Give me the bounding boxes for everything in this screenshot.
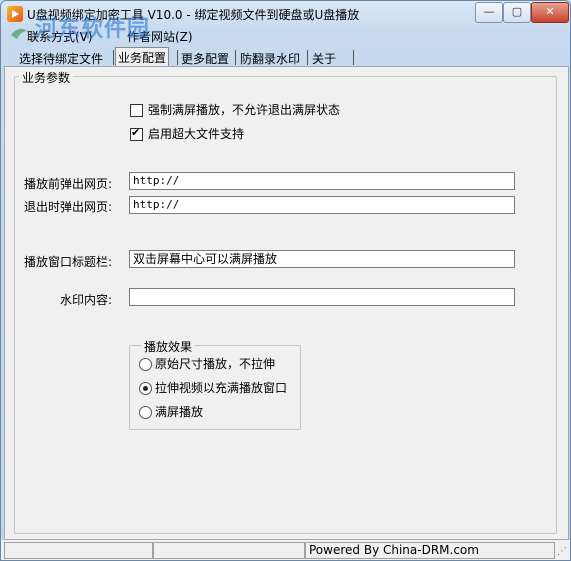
status-powered-by: Powered By China-DRM.com [305, 542, 555, 559]
minimize-button[interactable]: — [475, 2, 503, 23]
fullscreen-checkbox-label[interactable]: 强制满屏播放，不允许退出满屏状态 [148, 101, 340, 118]
tab-divider [235, 50, 236, 65]
status-bar: Powered By China-DRM.com ⋰ [1, 540, 570, 560]
tab-divider [177, 50, 178, 65]
on-exit-label: 退出时弹出网页: [24, 200, 113, 214]
bigfile-checkbox[interactable] [130, 126, 143, 141]
playback-effect-label: 播放效果 [141, 338, 196, 355]
radio-stretch[interactable] [139, 382, 152, 395]
bigfile-checkbox-label[interactable]: 启用超大文件支持 [148, 125, 244, 142]
watermark-content-input[interactable] [129, 288, 515, 306]
app-icon [7, 6, 23, 22]
tab-panel: 业务参数 强制满屏播放，不允许退出满屏状态 启用超大文件支持 播放前弹出网页: … [4, 66, 569, 540]
watermark-content-label: 水印内容: [60, 293, 113, 307]
radio-original-size-label[interactable]: 原始尺寸播放，不拉伸 [155, 355, 275, 372]
tab-bar: 选择待绑定文件 业务配置 更多配置 防翻录水印 关于 [1, 47, 570, 69]
resize-grip-icon[interactable]: ⋰ [557, 546, 567, 557]
close-icon: ✕ [545, 5, 555, 18]
radio-stretch-label[interactable]: 拉伸视频以充满播放窗口 [155, 379, 287, 396]
close-button[interactable]: ✕ [531, 2, 569, 23]
minimize-icon: — [483, 5, 495, 18]
status-panel-1 [4, 542, 153, 559]
site-watermark: 河东软件园 [35, 16, 151, 42]
on-exit-url-input[interactable]: http:// [129, 196, 515, 214]
window-title-label: 播放窗口标题栏: [24, 255, 113, 269]
status-panel-2 [153, 542, 305, 559]
radio-fullscreen[interactable] [139, 406, 152, 419]
watermark-logo-icon [11, 28, 27, 39]
radio-fullscreen-label[interactable]: 满屏播放 [155, 403, 203, 420]
business-params-label: 业务参数 [19, 69, 74, 86]
tab-divider [353, 50, 354, 65]
maximize-button[interactable]: ▢ [503, 2, 531, 23]
window-title-input[interactable]: 双击屏幕中心可以满屏播放 [129, 250, 515, 268]
maximize-icon: ▢ [511, 5, 523, 18]
main-window: U盘视频绑定加密工具 V10.0 - 绑定视频文件到硬盘或U盘播放 — ▢ ✕ … [0, 0, 571, 561]
tab-divider [307, 50, 308, 65]
fullscreen-checkbox[interactable] [130, 104, 143, 117]
before-play-url-input[interactable]: http:// [129, 172, 515, 190]
tab-divider [113, 50, 114, 65]
radio-original-size[interactable] [139, 358, 152, 371]
before-play-label: 播放前弹出网页: [24, 177, 113, 191]
